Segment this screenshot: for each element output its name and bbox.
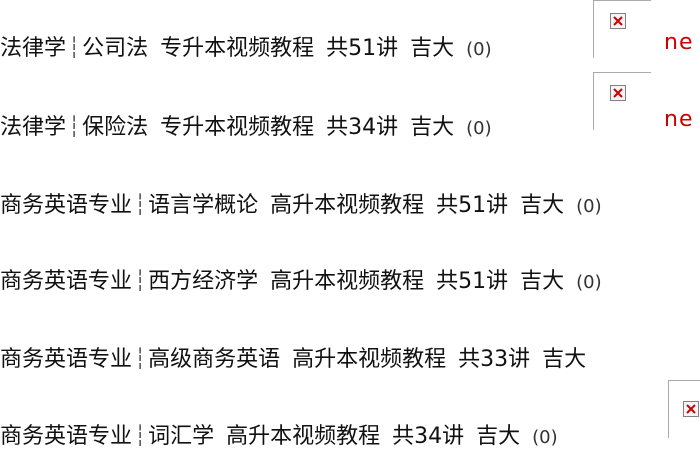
- course-title: 公司法: [82, 36, 149, 61]
- course-link[interactable]: 商务英语专业 ┆高级商务英语 高升本视频教程 共33讲 吉大: [0, 338, 598, 378]
- course-format: 高升本视频教程: [270, 269, 425, 294]
- lecture-count: 共34讲: [326, 115, 399, 140]
- broken-image-icon: [683, 401, 699, 417]
- separator-icon: ┆: [134, 192, 147, 216]
- list-item[interactable]: 商务英语专业 ┆高级商务英语 高升本视频教程 共33讲 吉大: [0, 338, 700, 378]
- separator-icon: ┆: [68, 114, 81, 138]
- lecture-count: 共51讲: [436, 269, 509, 294]
- lecture-count: 共33讲: [458, 347, 531, 372]
- list-item[interactable]: 商务英语专业 ┆西方经济学 高升本视频教程 共51讲 吉大 (0): [0, 260, 700, 300]
- comment-count: (0): [576, 196, 602, 217]
- course-format: 高升本视频教程: [226, 424, 381, 449]
- category-label: 商务英语专业: [0, 269, 133, 294]
- new-badge: ne: [664, 107, 694, 132]
- category-label: 法律学: [0, 115, 67, 140]
- course-format: 高升本视频教程: [270, 193, 425, 218]
- comment-count: (0): [466, 39, 492, 60]
- course-list: 法律学 ┆公司法 专升本视频教程 共51讲 吉大 (0) 法律学 ┆保险法 专升本视频教程 共3…: [0, 0, 700, 470]
- course-link[interactable]: 商务英语专业 ┆词汇学 高升本视频教程 共34讲 吉大 (0): [0, 415, 558, 455]
- course-format: 高升本视频教程: [292, 347, 447, 372]
- school-name: 吉大: [410, 36, 455, 61]
- course-title: 语言学概论: [148, 193, 259, 218]
- broken-image-icon: [610, 13, 626, 29]
- separator-icon: ┆: [134, 346, 147, 370]
- separator-icon: ┆: [134, 268, 147, 292]
- course-link[interactable]: 商务英语专业 ┆语言学概论 高升本视频教程 共51讲 吉大 (0): [0, 184, 602, 224]
- school-name: 吉大: [520, 193, 565, 218]
- course-title: 西方经济学: [148, 269, 259, 294]
- list-item[interactable]: 商务英语专业 ┆语言学概论 高升本视频教程 共51讲 吉大 (0): [0, 184, 700, 224]
- comment-count: (0): [532, 427, 558, 448]
- course-title: 高级商务英语: [148, 347, 281, 372]
- comment-count: (0): [576, 272, 602, 293]
- category-label: 法律学: [0, 36, 67, 61]
- list-item[interactable]: 商务英语专业 ┆词汇学 高升本视频教程 共34讲 吉大 (0): [0, 415, 700, 455]
- broken-image-icon: [610, 85, 626, 101]
- course-format: 专升本视频教程: [160, 36, 315, 61]
- lecture-count: 共51讲: [326, 36, 399, 61]
- separator-icon: ┆: [134, 423, 147, 447]
- lecture-count: 共34讲: [392, 424, 465, 449]
- school-name: 吉大: [520, 269, 565, 294]
- thumbnail-image[interactable]: [593, 0, 651, 58]
- category-label: 商务英语专业: [0, 193, 133, 218]
- lecture-count: 共51讲: [436, 193, 509, 218]
- course-format: 专升本视频教程: [160, 115, 315, 140]
- course-link[interactable]: 商务英语专业 ┆西方经济学 高升本视频教程 共51讲 吉大 (0): [0, 260, 602, 300]
- thumbnail-image[interactable]: [593, 72, 651, 130]
- separator-icon: ┆: [68, 35, 81, 59]
- course-title: 词汇学: [148, 424, 215, 449]
- course-link[interactable]: 法律学 ┆公司法 专升本视频教程 共51讲 吉大 (0): [0, 27, 492, 67]
- category-label: 商务英语专业: [0, 347, 133, 372]
- category-label: 商务英语专业: [0, 424, 133, 449]
- course-link[interactable]: 法律学 ┆保险法 专升本视频教程 共34讲 吉大 (0): [0, 106, 492, 146]
- course-title: 保险法: [82, 115, 149, 140]
- school-name: 吉大: [476, 424, 521, 449]
- school-name: 吉大: [410, 115, 455, 140]
- comment-count: (0): [466, 118, 492, 139]
- school-name: 吉大: [542, 347, 587, 372]
- thumbnail-image[interactable]: [668, 380, 700, 438]
- new-badge: ne: [664, 30, 694, 55]
